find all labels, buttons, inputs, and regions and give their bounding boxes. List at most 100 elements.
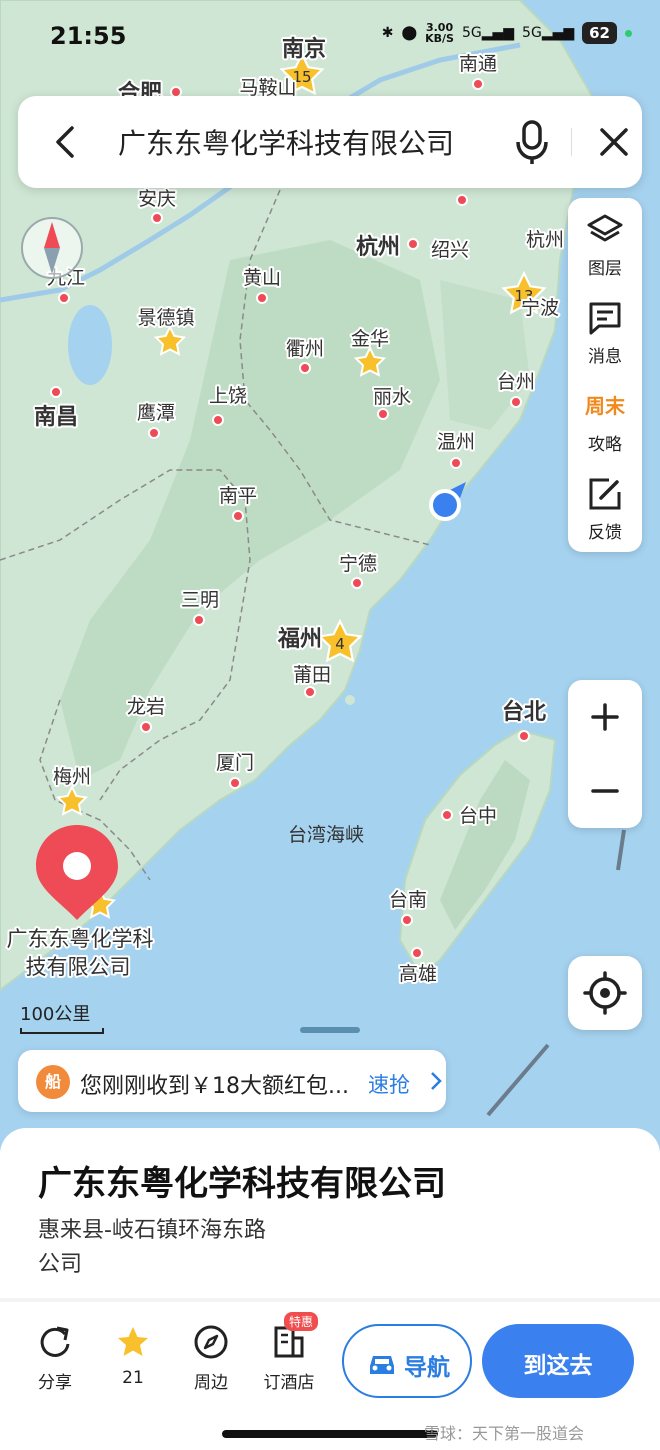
sheet-drag-handle[interactable]	[300, 1027, 360, 1033]
compass-nearby-icon	[194, 1325, 228, 1359]
location-icon: ⬤	[401, 25, 418, 41]
scale-bar	[20, 1028, 104, 1034]
city-label: 金华	[351, 328, 389, 350]
close-icon[interactable]	[592, 120, 636, 164]
watermark: 雪球：天下第一股道会	[424, 1424, 585, 1443]
home-indicator[interactable]	[222, 1430, 438, 1438]
scale-label: 100公里	[20, 1004, 91, 1025]
signal-label: 5G	[522, 25, 542, 41]
microphone-icon[interactable]	[510, 118, 554, 166]
city-label: 杭州	[526, 229, 564, 251]
map-scale: 100公里	[20, 1000, 104, 1034]
net-speed: 3.00 KB/S	[425, 22, 454, 44]
share-label: 分享	[38, 1373, 72, 1393]
zoom-out-button[interactable]	[568, 754, 642, 828]
signal-label: 5G	[461, 25, 482, 41]
island	[345, 695, 355, 705]
promo-badge-icon: 船	[36, 1065, 70, 1099]
city-label: 福州	[277, 627, 322, 652]
city-label: 三明	[181, 589, 219, 611]
hotel-label: 订酒店	[263, 1373, 315, 1393]
go-here-button[interactable]: 到这去	[482, 1324, 634, 1398]
hotel-button[interactable]: 特惠 订酒店	[254, 1312, 324, 1393]
place-address: 惠来县-岐石镇环海东路	[38, 1218, 266, 1243]
net-speed-unit: KB/S	[425, 32, 454, 45]
layers-icon	[587, 214, 623, 242]
city-label: 上饶	[209, 385, 247, 407]
city-label: 衢州	[286, 338, 324, 360]
favorite-button[interactable]: 21	[98, 1324, 168, 1388]
promo-action-link[interactable]: 速抢	[368, 1069, 410, 1099]
city-label: 宁波	[521, 297, 559, 319]
signal-icon-2: 5G▂▄▆	[522, 25, 575, 41]
navigate-button[interactable]: 导航	[342, 1324, 472, 1398]
navigate-label: 导航	[404, 1355, 450, 1381]
promo-banner[interactable]: 船 您刚刚收到￥18大额红包... 速抢	[18, 1050, 446, 1112]
city-label: 台州	[497, 371, 535, 393]
star-icon	[118, 1327, 148, 1356]
search-query[interactable]: 广东东粤化学科技有限公司	[118, 122, 454, 162]
city-label: 台南	[389, 889, 427, 911]
weekend-badge: 周末	[585, 394, 625, 418]
message-icon	[589, 302, 621, 335]
city-label: 高雄	[399, 963, 437, 985]
city-label: 黄山	[243, 267, 281, 289]
city-label: 厦门	[216, 752, 254, 774]
nearby-label: 周边	[194, 1373, 228, 1393]
messages-button[interactable]: 消息	[568, 286, 642, 374]
place-category: 公司	[38, 1252, 83, 1277]
status-time: 21:55	[50, 22, 127, 50]
search-bar[interactable]: 广东东粤化学科技有限公司	[18, 96, 642, 188]
city-label: 鹰潭	[137, 402, 175, 424]
sea-label: 台湾海峡	[288, 824, 364, 846]
action-bar: 分享 21 周边 特惠 订酒店 导航 到这去	[0, 1310, 660, 1410]
share-button[interactable]: 分享	[20, 1324, 90, 1393]
go-here-label: 到这去	[523, 1353, 593, 1379]
favorite-count: 21	[122, 1368, 144, 1388]
city-label: 南昌	[34, 405, 78, 430]
feedback-button[interactable]: 反馈	[568, 462, 642, 550]
city-label: 安庆	[138, 188, 176, 210]
bluetooth-icon: ✱	[381, 25, 394, 41]
signal-icon: 5G▂▄▆	[461, 25, 515, 41]
city-label: 景德镇	[137, 307, 194, 329]
poyang-lake	[68, 305, 112, 385]
back-arrow-icon[interactable]	[46, 120, 86, 164]
battery-indicator: 62	[582, 22, 617, 44]
map-toolbar: 图层 消息 周末 攻略 反馈	[568, 198, 642, 552]
city-label: 温州	[437, 431, 475, 453]
city-label: 杭州	[356, 234, 400, 260]
city-label: 龙岩	[127, 696, 165, 718]
promo-text: 您刚刚收到￥18大额红包...	[80, 1074, 349, 1099]
city-label: 台中	[459, 805, 497, 827]
compass-icon[interactable]	[20, 216, 84, 280]
city-label: 梅州	[53, 766, 91, 788]
layers-button[interactable]: 图层	[568, 198, 642, 286]
guide-label: 攻略	[588, 435, 622, 455]
zoom-in-button[interactable]	[568, 680, 642, 754]
place-name: 广东东粤化学科技有限公司	[38, 1164, 446, 1204]
car-icon	[370, 1356, 394, 1374]
zoom-control	[568, 680, 642, 828]
share-icon	[40, 1326, 70, 1357]
status-bar: 21:55 ✱ ⬤ 3.00 KB/S 5G▂▄▆ 5G▂▄▆ 62	[0, 0, 660, 80]
edit-feedback-icon	[589, 478, 621, 510]
city-label: 丽水	[373, 386, 411, 408]
chevron-right-icon	[431, 1072, 442, 1090]
feedback-label: 反馈	[588, 523, 622, 543]
city-label: 台北	[502, 699, 546, 725]
poi-label-line1: 广东东粤化学科	[7, 927, 154, 951]
nearby-button[interactable]: 周边	[176, 1324, 246, 1393]
locate-me-button[interactable]	[568, 956, 642, 1030]
guide-button[interactable]: 周末 攻略	[568, 374, 642, 462]
divider	[0, 1298, 660, 1302]
city-label: 宁德	[339, 553, 377, 575]
poi-label-line2: 技有限公司	[26, 955, 131, 979]
privacy-indicator-dot	[625, 29, 632, 37]
status-icons: ✱ ⬤ 3.00 KB/S 5G▂▄▆ 5G▂▄▆ 62	[382, 22, 632, 44]
city-label: 莆田	[293, 664, 331, 686]
cluster-count: 4	[335, 635, 345, 653]
divider	[571, 128, 572, 156]
layers-label: 图层	[588, 259, 622, 279]
city-label: 南平	[219, 485, 257, 507]
